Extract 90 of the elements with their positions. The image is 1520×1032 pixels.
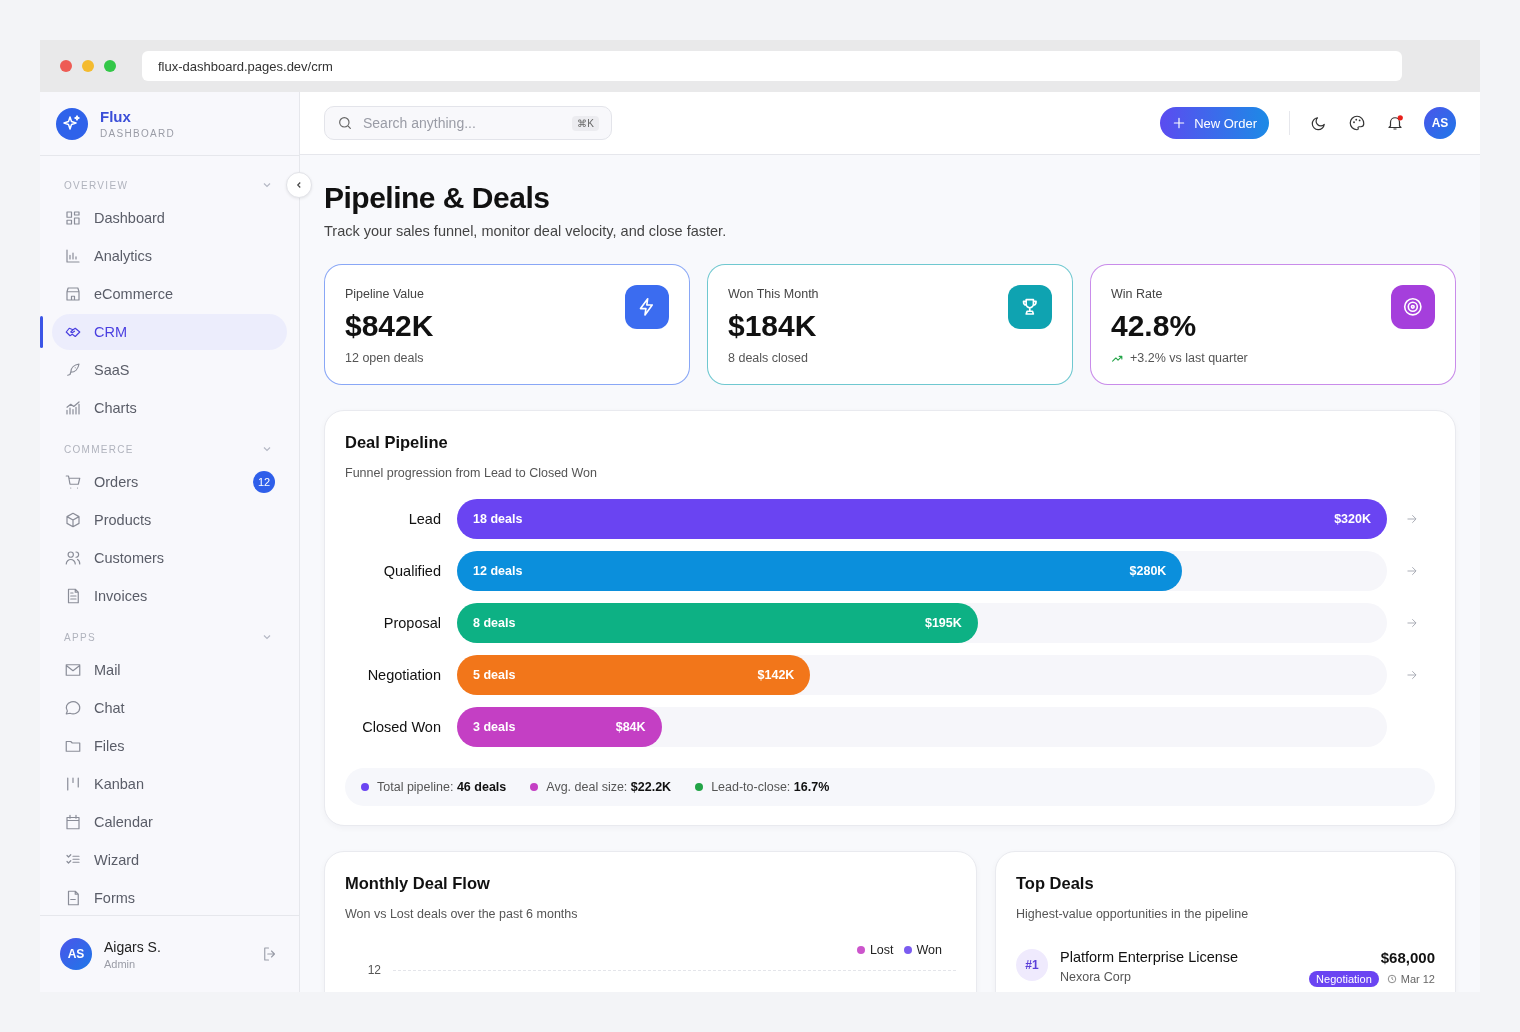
- store-icon: [64, 285, 82, 303]
- count-badge: 12: [253, 471, 275, 493]
- sidebar-item[interactable]: Dashboard: [52, 200, 287, 236]
- close-dot[interactable]: [60, 60, 72, 72]
- sidebar-item[interactable]: SaaS: [52, 352, 287, 388]
- stat-label: Won This Month: [728, 287, 819, 301]
- legend-label: Won: [916, 943, 942, 957]
- deal-amount: $68,000: [1380, 949, 1435, 966]
- sidebar-item[interactable]: eCommerce: [52, 276, 287, 312]
- stage-label: Lead: [407, 511, 441, 527]
- grid-icon: [64, 209, 82, 227]
- card-title: Deal Pipeline: [345, 433, 449, 452]
- summary-stat: Lead-to-close: 16.7%: [711, 780, 830, 794]
- deal-name[interactable]: Platform Enterprise License: [1060, 949, 1298, 965]
- stat-value: $184K: [728, 309, 818, 343]
- mail-icon: [64, 661, 82, 679]
- card-title: Monthly Deal Flow: [345, 874, 491, 893]
- moon-icon[interactable]: [1310, 114, 1328, 132]
- sidebar-item[interactable]: Calendar: [52, 804, 287, 840]
- user-name: Aigars S.: [104, 938, 162, 955]
- card-title: Top Deals: [1016, 874, 1095, 893]
- sidebar-item[interactable]: Orders 12: [52, 464, 287, 500]
- stat-note: 8 deals closed: [728, 351, 808, 365]
- new-order-button[interactable]: New Order: [1160, 107, 1269, 139]
- user-role: Admin: [104, 957, 137, 970]
- stage-label: Closed Won: [361, 719, 441, 735]
- shortcut-key: ⌘K: [572, 115, 599, 131]
- stat-label: Pipeline Value: [345, 287, 425, 301]
- search-icon: [337, 115, 353, 131]
- sidebar-item[interactable]: Wizard: [52, 842, 287, 878]
- user-avatar[interactable]: AS: [1424, 107, 1456, 139]
- brand-tagline: DASHBOARD: [100, 128, 176, 139]
- kanban-icon: [64, 775, 82, 793]
- line-chart-icon: [64, 399, 82, 417]
- chat-bubble-icon: [64, 699, 82, 717]
- stage-label: Negotiation: [366, 667, 441, 683]
- collapse-button[interactable]: [286, 172, 312, 198]
- sidebar-item[interactable]: Chat: [52, 690, 287, 726]
- search-input[interactable]: Search anything...: [361, 114, 565, 132]
- sidebar-item[interactable]: Charts: [52, 390, 287, 426]
- card-subtitle: Won vs Lost deals over the past 6 months: [345, 907, 579, 921]
- bell-icon[interactable]: [1386, 114, 1404, 132]
- section-title: OVERVIEW: [64, 179, 129, 191]
- bar-chart-icon: [64, 247, 82, 265]
- rank-badge: #1: [1016, 949, 1048, 981]
- funnel-bar[interactable]: 18 deals $320K: [457, 499, 1387, 539]
- sidebar-item[interactable]: Files: [52, 728, 287, 764]
- palette-icon[interactable]: [1348, 114, 1366, 132]
- card-subtitle: Funnel progression from Lead to Closed Won: [345, 466, 598, 480]
- sidebar-item[interactable]: Customers: [52, 540, 287, 576]
- sidebar-item[interactable]: Mail: [52, 652, 287, 688]
- stat-value: $842K: [345, 309, 434, 343]
- card-subtitle: Highest-value opportunities in the pipeline: [1016, 907, 1250, 921]
- section-title: COMMERCE: [64, 443, 134, 455]
- calendar-icon: [64, 813, 82, 831]
- sparkle-logo-icon: [56, 107, 88, 140]
- page-title: Pipeline & Deals: [324, 181, 551, 215]
- address-bar[interactable]: flux-dashboard.pages.dev/crm: [142, 51, 1402, 81]
- summary-stat: Total pipeline: 46 deals: [377, 780, 507, 794]
- stage-label: Qualified: [382, 563, 441, 579]
- funnel-bar[interactable]: 3 deals $84K: [457, 707, 662, 747]
- funnel-bar[interactable]: 12 deals $280K: [457, 551, 1183, 591]
- box-icon: [64, 511, 82, 529]
- brand-name: Flux: [100, 108, 132, 125]
- plus-icon: [1172, 116, 1187, 130]
- stat-note: 12 open deals: [345, 351, 424, 365]
- user-avatar[interactable]: AS: [60, 938, 92, 970]
- maximize-dot[interactable]: [104, 60, 116, 72]
- cart-icon: [64, 473, 82, 491]
- summary-stat: Avg. deal size: $22.2K: [546, 780, 672, 794]
- page-subtitle: Track your sales funnel, monitor deal velocity, and close faster.: [324, 223, 728, 239]
- stat-label: Win Rate: [1111, 287, 1164, 301]
- sidebar-item[interactable]: Kanban: [52, 766, 287, 802]
- axis-tick: 12: [366, 963, 381, 977]
- minimize-dot[interactable]: [82, 60, 94, 72]
- sidebar-item[interactable]: Products: [52, 502, 287, 538]
- stage-tag: Negotiation: [1309, 971, 1379, 987]
- clock-icon: [1386, 974, 1397, 984]
- deal-date: Mar 12: [1400, 973, 1435, 985]
- stage-label: Proposal: [382, 615, 441, 631]
- section-title: APPS: [64, 631, 96, 643]
- sidebar-item[interactable]: Invoices: [52, 578, 287, 614]
- search-bar[interactable]: Search anything... ⌘K: [324, 106, 612, 140]
- company-name: Nexora Corp: [1060, 970, 1132, 984]
- stat-value: 42.8%: [1111, 309, 1198, 343]
- stat-note: +3.2% vs last quarter: [1130, 351, 1248, 365]
- sidebar-item[interactable]: Forms: [52, 880, 287, 915]
- users-icon: [64, 549, 82, 567]
- legend-label: Lost: [869, 943, 894, 957]
- sidebar-item[interactable]: Analytics: [52, 238, 287, 274]
